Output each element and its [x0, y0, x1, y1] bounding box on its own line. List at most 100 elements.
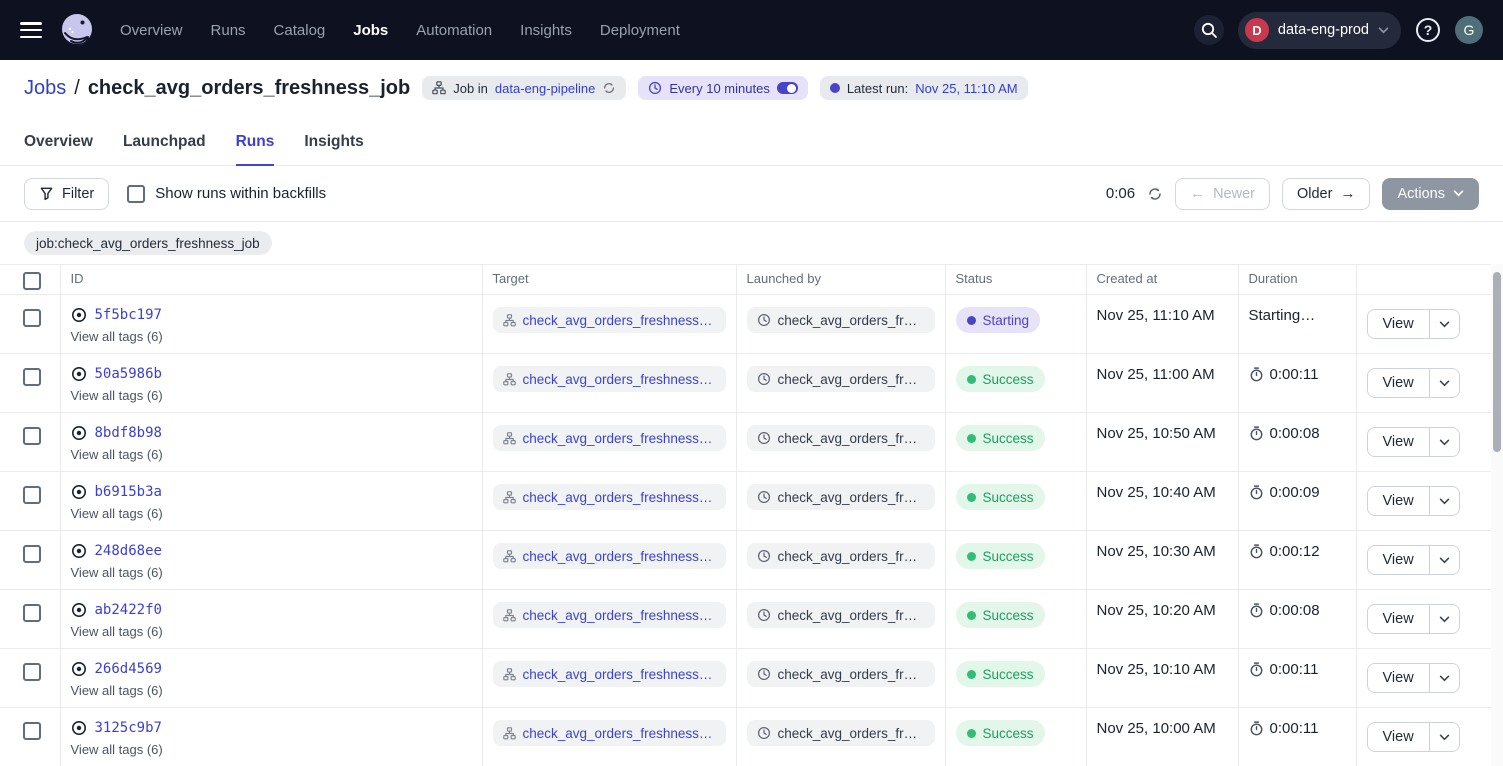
target-chip[interactable]: check_avg_orders_freshness_job [493, 484, 726, 510]
launched-by-chip[interactable]: check_avg_orders_freshn… [747, 425, 935, 451]
job-filter-tag[interactable]: job:check_avg_orders_freshness_job [24, 231, 272, 255]
latest-run-link[interactable]: Nov 25, 11:10 AM [915, 81, 1017, 96]
created-at-cell: Nov 25, 10:50 AM [1086, 413, 1238, 472]
target-chip[interactable]: check_avg_orders_freshness_job [493, 307, 726, 333]
row-checkbox[interactable] [23, 309, 41, 327]
run-id-link[interactable]: 50a5986b [95, 366, 162, 382]
view-all-tags-link[interactable]: View all tags (6) [71, 683, 472, 698]
view-dropdown-button[interactable] [1429, 605, 1459, 633]
run-id-link[interactable]: 3125c9b7 [95, 720, 162, 736]
view-all-tags-link[interactable]: View all tags (6) [71, 388, 472, 403]
target-chip[interactable]: check_avg_orders_freshness_job [493, 366, 726, 392]
view-dropdown-button[interactable] [1429, 369, 1459, 397]
launched-by-chip[interactable]: check_avg_orders_freshn… [747, 307, 935, 333]
refresh-icon[interactable] [1147, 186, 1163, 202]
breadcrumb-jobs-link[interactable]: Jobs [24, 77, 66, 100]
row-checkbox[interactable] [23, 368, 41, 386]
search-icon[interactable] [1194, 15, 1224, 45]
view-button[interactable]: View [1368, 664, 1429, 692]
chevron-down-icon [1439, 321, 1450, 328]
view-all-tags-link[interactable]: View all tags (6) [71, 329, 472, 344]
nav-item[interactable]: Insights [520, 22, 572, 39]
view-dropdown-button[interactable] [1429, 487, 1459, 515]
target-chip[interactable]: check_avg_orders_freshness_job [493, 543, 726, 569]
tab[interactable]: Runs [236, 133, 275, 165]
sync-icon[interactable] [602, 81, 616, 95]
view-dropdown-button[interactable] [1429, 310, 1459, 338]
launched-by-chip[interactable]: check_avg_orders_freshn… [747, 484, 935, 510]
top-nav: Overview Runs Catalog Jobs Automation Insight… [0, 0, 1503, 60]
schedule-toggle[interactable] [777, 82, 798, 94]
row-checkbox[interactable] [23, 486, 41, 504]
row-checkbox[interactable] [23, 427, 41, 445]
run-id-link[interactable]: b6915b3a [95, 484, 162, 500]
row-checkbox[interactable] [23, 663, 41, 681]
dagster-logo[interactable] [58, 11, 96, 49]
user-avatar[interactable]: G [1455, 16, 1483, 44]
run-id-link[interactable]: 5f5bc197 [95, 307, 162, 323]
target-chip[interactable]: check_avg_orders_freshness_job [493, 602, 726, 628]
view-dropdown-button[interactable] [1429, 664, 1459, 692]
created-at-cell: Nov 25, 10:30 AM [1086, 531, 1238, 590]
view-all-tags-link[interactable]: View all tags (6) [71, 447, 472, 462]
backfills-checkbox[interactable] [127, 185, 145, 203]
duration-cell: 0:00:08 [1249, 602, 1346, 619]
view-all-tags-link[interactable]: View all tags (6) [71, 742, 472, 757]
help-icon[interactable]: ? [1415, 17, 1441, 43]
column-header-launched-by: Launched by [736, 265, 945, 295]
run-id-link[interactable]: 266d4569 [95, 661, 162, 677]
nav-item[interactable]: Catalog [274, 22, 326, 39]
run-id-link[interactable]: 248d68ee [95, 543, 162, 559]
select-all-checkbox[interactable] [23, 272, 41, 290]
duration-cell: 0:00:09 [1249, 484, 1346, 501]
filter-button[interactable]: Filter [24, 178, 109, 210]
view-all-tags-link[interactable]: View all tags (6) [71, 565, 472, 580]
tab[interactable]: Overview [24, 133, 93, 165]
view-button[interactable]: View [1368, 310, 1429, 338]
newer-button[interactable]: ← Newer [1175, 178, 1270, 210]
view-dropdown-button[interactable] [1429, 546, 1459, 574]
view-dropdown-button[interactable] [1429, 428, 1459, 456]
run-id-link[interactable]: 8bdf8b98 [95, 425, 162, 441]
nav-item[interactable]: Jobs [353, 22, 388, 39]
view-button[interactable]: View [1368, 605, 1429, 633]
workspace-switcher[interactable]: D data-eng-prod [1238, 12, 1401, 49]
launched-by-chip[interactable]: check_avg_orders_freshn… [747, 366, 935, 392]
row-checkbox[interactable] [23, 545, 41, 563]
vertical-scrollbar[interactable] [1491, 264, 1503, 766]
pipeline-link[interactable]: data-eng-pipeline [495, 81, 595, 96]
column-header-created-at: Created at [1086, 265, 1238, 295]
launched-by-chip[interactable]: check_avg_orders_freshn… [747, 602, 935, 628]
launched-by-chip[interactable]: check_avg_orders_freshn… [747, 543, 935, 569]
view-all-tags-link[interactable]: View all tags (6) [71, 624, 472, 639]
status-badge: Success [956, 425, 1045, 451]
target-chip[interactable]: check_avg_orders_freshness_job [493, 661, 726, 687]
view-button[interactable]: View [1368, 428, 1429, 456]
run-id-link[interactable]: ab2422f0 [95, 602, 162, 618]
view-dropdown-button[interactable] [1429, 723, 1459, 751]
scrollbar-thumb[interactable] [1493, 272, 1501, 452]
view-button[interactable]: View [1368, 723, 1429, 751]
launched-by-chip[interactable]: check_avg_orders_freshn… [747, 720, 935, 746]
tab[interactable]: Launchpad [123, 133, 206, 165]
nav-item[interactable]: Automation [416, 22, 492, 39]
older-button[interactable]: Older → [1282, 178, 1370, 210]
hamburger-menu-icon[interactable] [20, 22, 42, 38]
tab[interactable]: Insights [304, 133, 363, 165]
row-checkbox[interactable] [23, 604, 41, 622]
view-button[interactable]: View [1368, 546, 1429, 574]
nav-item[interactable]: Overview [120, 22, 183, 39]
launched-by-chip[interactable]: check_avg_orders_freshn… [747, 661, 935, 687]
status-dot [967, 611, 976, 620]
row-checkbox[interactable] [23, 722, 41, 740]
target-chip[interactable]: check_avg_orders_freshness_job [493, 425, 726, 451]
actions-button[interactable]: Actions [1382, 178, 1479, 210]
view-button[interactable]: View [1368, 487, 1429, 515]
view-all-tags-link[interactable]: View all tags (6) [71, 506, 472, 521]
run-target-icon [71, 602, 87, 618]
view-button[interactable]: View [1368, 369, 1429, 397]
nav-item[interactable]: Deployment [600, 22, 680, 39]
view-split-button: View [1367, 604, 1460, 634]
target-chip[interactable]: check_avg_orders_freshness_job [493, 720, 726, 746]
nav-item[interactable]: Runs [211, 22, 246, 39]
